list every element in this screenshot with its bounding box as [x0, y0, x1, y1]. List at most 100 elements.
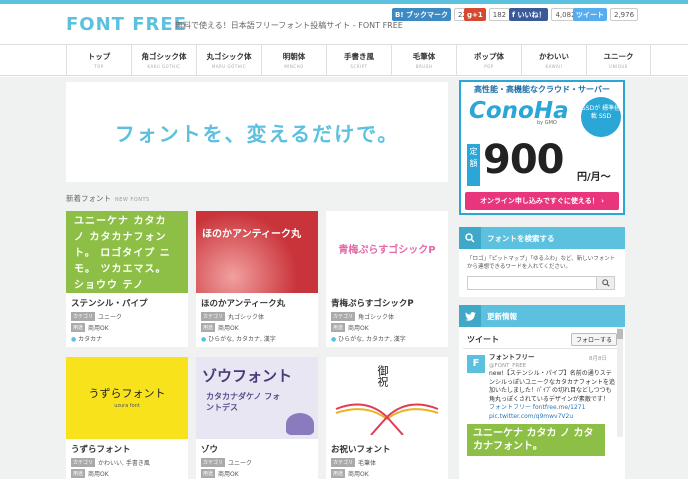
- nav-item-kaku-gothic[interactable]: 角ゴシック体 KAKU GOTHIC: [131, 45, 196, 75]
- tweet-date[interactable]: 8月8日: [589, 355, 607, 364]
- font-category[interactable]: 角ゴシック体: [358, 312, 394, 321]
- ad-headline: 高性能・高機能なクラウド・サーバー: [474, 85, 610, 94]
- font-keywords-text[interactable]: ひらがな, カタカナ, 漢字: [208, 336, 276, 343]
- nav-item-mincho[interactable]: 明朝体 MINCHO: [261, 45, 326, 75]
- font-card[interactable]: ユニーケナ カタカ ノ カタカナフォント。 ロゴタイプ ニモ。 ツカエマス。 シ…: [66, 211, 188, 347]
- section-title-new-fonts: 新着フォント NEW FONTS: [66, 193, 150, 204]
- gplus-button[interactable]: g+1: [464, 8, 486, 21]
- nav-item-label: 角ゴシック体: [141, 52, 187, 61]
- font-title[interactable]: ステンシル・パイプ: [66, 293, 188, 311]
- font-category[interactable]: 丸ゴシック体: [228, 312, 264, 321]
- font-title[interactable]: うずらフォント: [66, 439, 188, 457]
- thumb-text: ユニーケナ カタカ ノ カタカナフォント。 ロゴタイプ ニモ。 ツカエマス。 シ…: [74, 216, 171, 291]
- facebook-share[interactable]: f いいね！ 4,082: [509, 8, 580, 21]
- usage-tag: 用途: [71, 323, 86, 332]
- font-title[interactable]: お祝いフォント: [326, 439, 448, 457]
- nav-item-script[interactable]: 手書き風 SCRIPT: [326, 45, 391, 75]
- font-usage: 商用OK: [88, 471, 109, 478]
- avatar[interactable]: F: [467, 355, 485, 373]
- font-usage: 商用OK: [348, 325, 369, 332]
- font-category[interactable]: ユニーク: [228, 458, 252, 467]
- facebook-like-button[interactable]: f いいね！: [509, 8, 549, 21]
- hero-banner[interactable]: フォントを、変えるだけで。: [66, 82, 448, 182]
- tweet-button[interactable]: ツイート: [573, 8, 607, 21]
- font-keywords-text[interactable]: カタカナ: [78, 336, 102, 343]
- font-thumbnail[interactable]: 御祝: [326, 357, 448, 439]
- nav-item-kawaii[interactable]: かわいい KAWAII: [521, 45, 586, 75]
- font-usage-row: 用途 商用OK: [66, 322, 188, 333]
- search-icon: [459, 227, 481, 249]
- thumb-subtext: uzura font: [114, 403, 140, 409]
- hatena-bookmark-button[interactable]: B! ブックマーク: [392, 8, 451, 21]
- font-card[interactable]: ゾウフォント カタカナダケノ フォントデス ゾウ カテゴリ ユニーク 用途 商用OK: [196, 357, 318, 479]
- nav-item-sublabel: TOP: [94, 64, 104, 69]
- font-card[interactable]: 御祝 お祝いフォント カテゴリ 毛筆体 用途 商用OK: [326, 357, 448, 479]
- category-tag: カテゴリ: [71, 458, 96, 467]
- font-category[interactable]: かわいい, 手書き風: [98, 458, 150, 467]
- nav-item-sublabel: UNIQUE: [609, 64, 628, 69]
- font-usage: 商用OK: [348, 471, 369, 478]
- site-logo[interactable]: FONT FREE: [66, 14, 187, 35]
- section-title-jp: 新着フォント: [66, 194, 111, 203]
- category-tag: カテゴリ: [331, 312, 356, 321]
- font-card[interactable]: うずらフォント uzura font うずらフォント カテゴリ かわいい, 手書き風 用途…: [66, 357, 188, 479]
- font-card[interactable]: 青梅ぷらすゴシックP 青梅ぷらすゴシックP カテゴリ 角ゴシック体 用途 商用OK ● ひら…: [326, 211, 448, 347]
- font-keywords-text[interactable]: ひらがな, カタカナ, 漢字: [338, 336, 406, 343]
- font-usage: 商用OK: [88, 325, 109, 332]
- search-submit-icon: [601, 279, 610, 287]
- news-widget: 更新情報 ツイート フォローする F フォントフリー @FONT_FREE 8月…: [459, 305, 625, 479]
- tweet-text: new!【ステンシル・パイプ】名前の通りステンシルっぽいユニークなカタカナフォン…: [489, 370, 616, 403]
- nav-item-maru-gothic[interactable]: 丸ゴシック体 MARU GOTHIC: [196, 45, 261, 75]
- elephant-icon: [286, 413, 314, 435]
- nav-item-pop[interactable]: ポップ体 POP: [456, 45, 521, 75]
- follow-button[interactable]: フォローする: [570, 333, 617, 346]
- tag-icon: ●: [331, 336, 337, 343]
- category-tag: カテゴリ: [201, 458, 226, 467]
- font-thumbnail[interactable]: うずらフォント uzura font: [66, 357, 188, 439]
- search-submit-button[interactable]: [597, 276, 615, 290]
- tag-icon: ●: [71, 336, 77, 343]
- usage-tag: 用途: [331, 469, 346, 478]
- nav-item-label: 手書き風: [344, 52, 374, 61]
- font-title[interactable]: 青梅ぷらすゴシックP: [326, 293, 448, 311]
- twitter-share[interactable]: ツイート 2,976: [573, 8, 639, 21]
- font-category-row: カテゴリ 毛筆体: [326, 457, 448, 468]
- tweet-link[interactable]: フォントフリー fontfree.me/1271: [489, 404, 617, 413]
- search-input[interactable]: [467, 276, 597, 290]
- conoha-ad[interactable]: 高性能・高機能なクラウド・サーバー ConoHa by GMO SSDが 標準搭…: [459, 80, 625, 215]
- tweet-pic-link[interactable]: pic.twitter.com/q9mwv7V2u: [489, 413, 617, 422]
- nav-item-brush[interactable]: 毛筆体 BRUSH: [391, 45, 456, 75]
- nav-item-label: 明朝体: [282, 52, 306, 61]
- tag-icon: ●: [201, 336, 207, 343]
- gplus-share[interactable]: g+1 182: [464, 8, 511, 21]
- ad-cta-button[interactable]: オンライン申し込みですぐに使える！ ›: [465, 192, 619, 210]
- timeline-scrollbar[interactable]: [617, 327, 623, 437]
- section-title-en: NEW FONTS: [115, 197, 150, 203]
- usage-tag: 用途: [201, 323, 216, 332]
- nav-item-sublabel: SCRIPT: [350, 64, 368, 69]
- nav-item-label: ユニーク: [603, 52, 634, 61]
- hero-text: フォントを、変えるだけで。: [114, 121, 400, 146]
- font-thumbnail[interactable]: ユニーケナ カタカ ノ カタカナフォント。 ロゴタイプ ニモ。 ツカエマス。 シ…: [66, 211, 188, 293]
- font-category-row: カテゴリ 丸ゴシック体: [196, 311, 318, 322]
- nav-item-label: 毛筆体: [412, 52, 436, 61]
- font-card[interactable]: ほのかアンティーク丸 ほのかアンティーク丸 カテゴリ 丸ゴシック体 用途 商用OK ● ひら…: [196, 211, 318, 347]
- font-category[interactable]: 毛筆体: [358, 458, 376, 467]
- font-usage-row: 用途 商用OK: [196, 468, 318, 479]
- font-thumbnail[interactable]: ゾウフォント カタカナダケノ フォントデス: [196, 357, 318, 439]
- font-title[interactable]: ほのかアンティーク丸: [196, 293, 318, 311]
- twitter-timeline[interactable]: ツイート フォローする F フォントフリー @FONT_FREE 8月8日 ne…: [459, 327, 625, 464]
- tweet-item[interactable]: F フォントフリー @FONT_FREE 8月8日 new!【ステンシル・パイプ…: [463, 349, 621, 460]
- font-category[interactable]: ユニーク: [98, 312, 122, 321]
- ad-price-unit: 円/月〜: [577, 172, 611, 183]
- usage-tag: 用途: [331, 323, 346, 332]
- nav-item-unique[interactable]: ユニーク UNIQUE: [586, 45, 651, 75]
- nav-item-top[interactable]: トップ TOP: [66, 45, 131, 75]
- tweet-media-thumbnail[interactable]: ユニーケナ カタカ ノ カタカナフォント。: [467, 424, 605, 456]
- font-thumbnail[interactable]: ほのかアンティーク丸: [196, 211, 318, 293]
- font-title[interactable]: ゾウ: [196, 439, 318, 457]
- global-nav: トップ TOP 角ゴシック体 KAKU GOTHIC 丸ゴシック体 MARU GOTHIC…: [0, 44, 688, 76]
- font-thumbnail[interactable]: 青梅ぷらすゴシックP: [326, 211, 448, 293]
- ssd-badge: SSDが 標準搭載 SSD: [581, 97, 621, 137]
- font-keywords: ● カタカナ: [66, 333, 188, 344]
